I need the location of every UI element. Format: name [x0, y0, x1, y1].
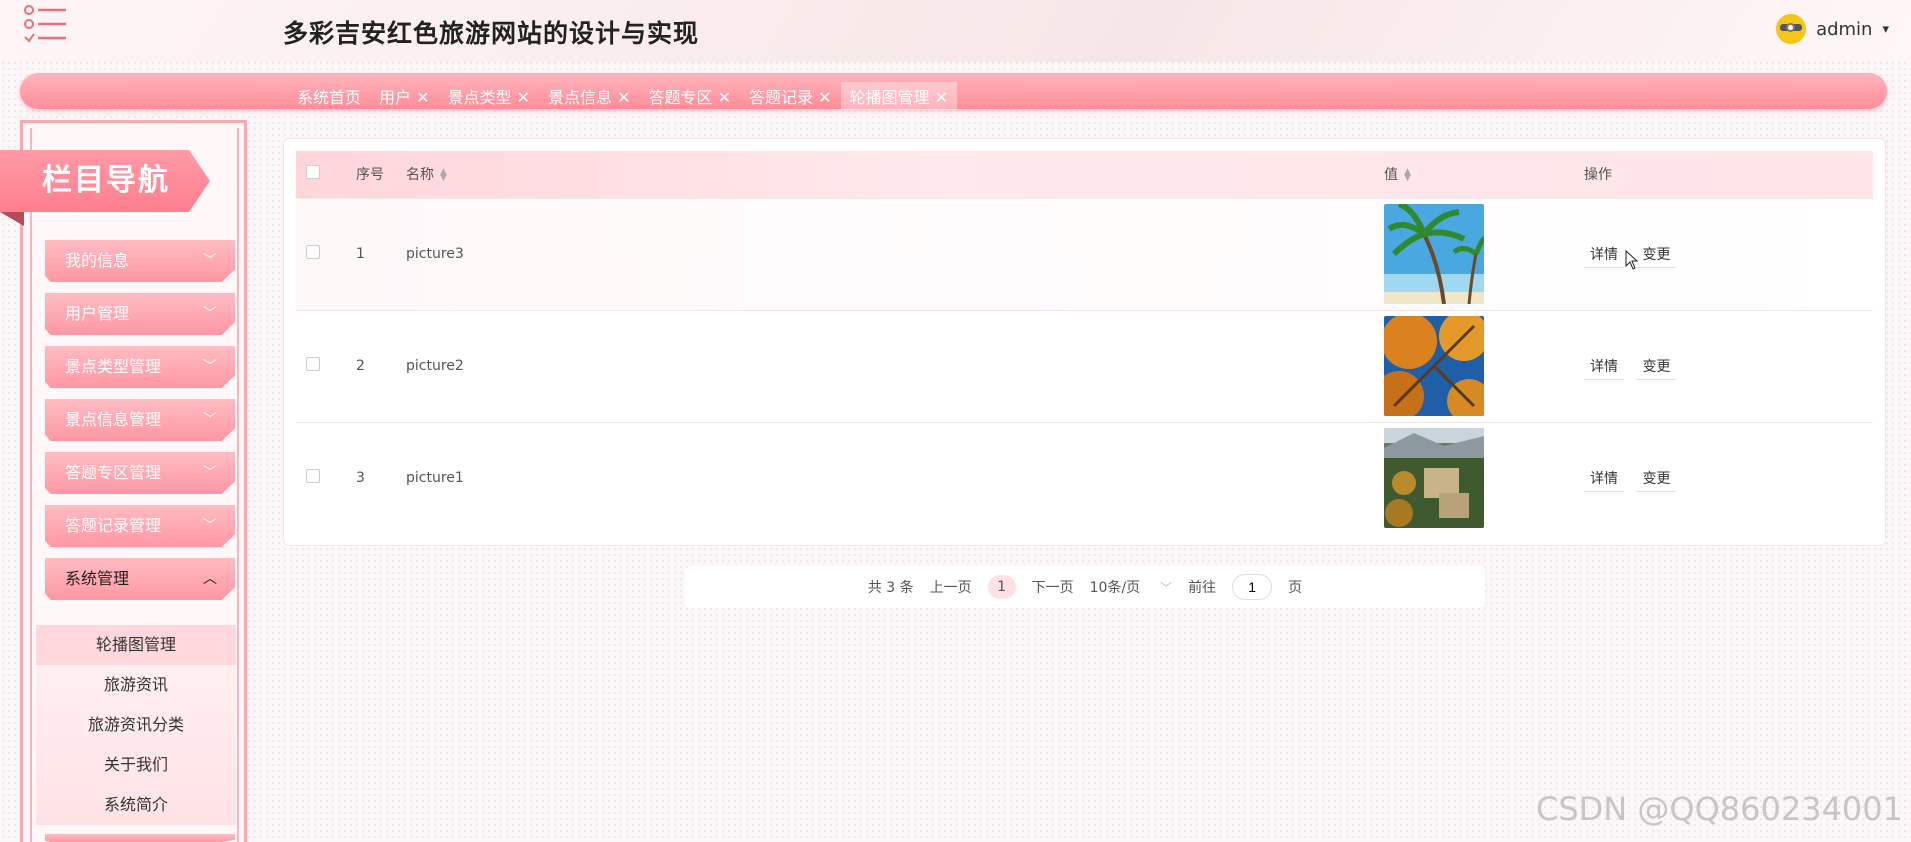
- sidebar-item-label: 答题记录管理: [65, 516, 162, 535]
- row-index: 1: [346, 197, 396, 310]
- chevron-down-icon: ﹀: [203, 412, 217, 428]
- sidebar-banner: 栏目导航: [0, 150, 210, 212]
- user-name: admin: [1816, 18, 1873, 40]
- sidebar-item-label: 系统管理: [65, 569, 130, 588]
- pagination-total: 共 3 条: [867, 580, 914, 596]
- top-header: 多彩吉安红色旅游网站的设计与实现 admin ▾: [0, 0, 1911, 62]
- submenu-item-carousel[interactable]: 轮播图管理: [36, 625, 236, 665]
- autumn-tree-image: [1384, 316, 1484, 416]
- sidebar-item-label: 景点类型管理: [65, 357, 162, 376]
- submenu-item-system-intro[interactable]: 系统简介: [36, 785, 236, 825]
- submenu-item-news-category[interactable]: 旅游资讯分类: [36, 705, 236, 745]
- mountain-village-image: [1384, 428, 1484, 529]
- tab-quiz[interactable]: 答题专区 ✕: [640, 82, 741, 110]
- sort-icon[interactable]: ▲ ▼: [1404, 168, 1411, 183]
- tab-spot-types[interactable]: 景点类型 ✕: [439, 82, 540, 110]
- tab-quiz-records[interactable]: 答题记录 ✕: [740, 82, 841, 110]
- row-checkbox[interactable]: [306, 469, 320, 484]
- page-number-current[interactable]: 1: [987, 575, 1016, 599]
- chevron-down-icon: ﹀: [203, 359, 217, 375]
- user-menu[interactable]: admin ▾: [1776, 14, 1889, 44]
- row-name: picture2: [396, 309, 1374, 422]
- sidebar-item-quiz-record-mgmt[interactable]: 答题记录管理 ﹀: [45, 505, 235, 547]
- row-name: picture3: [396, 197, 1374, 310]
- goto-label: 前往: [1188, 580, 1217, 596]
- page-size-value: 10条/页: [1089, 580, 1141, 596]
- sidebar-item-my-info[interactable]: 我的信息 ﹀: [45, 240, 235, 282]
- system-submenu: 轮播图管理 旅游资讯 旅游资讯分类 关于我们 系统简介: [36, 625, 236, 825]
- detail-button[interactable]: 详情: [1584, 353, 1624, 380]
- beach-palm-image: [1384, 204, 1484, 304]
- carousel-table: 序号 名称 ▲ ▼ 值 ▲ ▼ 操作 1 picture3 详情 变更 2 pi…: [296, 151, 1873, 534]
- edit-button[interactable]: 变更: [1636, 465, 1677, 492]
- chevron-down-icon: ﹀: [203, 253, 217, 269]
- sidebar-item-label: 我的信息: [65, 251, 130, 270]
- goto-page-input[interactable]: [1232, 574, 1273, 600]
- sidebar-item-spot-type-mgmt[interactable]: 景点类型管理 ﹀: [45, 346, 235, 388]
- sort-icon[interactable]: ▲ ▼: [440, 168, 447, 183]
- column-header-actions: 操作: [1584, 167, 1612, 184]
- chevron-down-icon: ﹀: [1160, 580, 1173, 595]
- detail-button[interactable]: 详情: [1584, 241, 1624, 268]
- banner-fold: [0, 212, 24, 226]
- submenu-item-travel-news[interactable]: 旅游资讯: [36, 665, 236, 705]
- watermark: CSDN @QQ860234001: [1535, 790, 1903, 828]
- page-suffix-label: 页: [1288, 580, 1303, 596]
- column-header-index: 序号: [356, 167, 384, 184]
- tab-spot-info[interactable]: 景点信息 ✕: [539, 82, 640, 110]
- sidebar-item-quiz-mgmt[interactable]: 答题专区管理 ﹀: [45, 452, 235, 494]
- tab-home[interactable]: 系统首页: [288, 82, 370, 110]
- chevron-down-icon: ﹀: [203, 306, 217, 322]
- tab-list: 系统首页 用户 ✕ 景点类型 ✕ 景点信息 ✕ 答题专区 ✕ 答题记录 ✕ 轮播…: [288, 82, 958, 110]
- menu-toggle-icon[interactable]: [24, 4, 70, 44]
- chevron-down-icon: ﹀: [203, 518, 217, 534]
- row-index: 3: [346, 421, 396, 534]
- page-size-select[interactable]: 10条/页 ﹀: [1090, 577, 1173, 597]
- column-header-value[interactable]: 值 ▲ ▼: [1374, 151, 1574, 198]
- row-checkbox[interactable]: [306, 245, 320, 259]
- table-row: 2 picture2 详情 变更: [296, 309, 1873, 422]
- next-page-button[interactable]: 下一页: [1032, 577, 1074, 597]
- sidebar-item-label: 景点信息管理: [65, 410, 162, 429]
- table-row: 3 picture1 详情 变更: [296, 421, 1873, 534]
- sidebar-item-user-mgmt[interactable]: 用户管理 ﹀: [45, 293, 235, 335]
- row-name: picture1: [396, 421, 1374, 534]
- table-header-row: 序号 名称 ▲ ▼ 值 ▲ ▼ 操作: [296, 151, 1873, 198]
- column-header-name-label: 名称: [406, 167, 434, 184]
- column-header-name[interactable]: 名称 ▲ ▼: [396, 151, 1374, 198]
- select-all-checkbox[interactable]: [306, 165, 320, 180]
- sidebar-item-system-mgmt[interactable]: 系统管理 ︿: [45, 558, 235, 600]
- tab-users[interactable]: 用户 ✕: [370, 82, 439, 110]
- column-header-value-label: 值: [1384, 167, 1398, 184]
- pagination: 共 3 条 上一页 1 下一页 10条/页 ﹀ 前往 页: [685, 566, 1485, 608]
- edit-button[interactable]: 变更: [1636, 241, 1677, 268]
- chevron-up-icon: ︿: [203, 571, 217, 587]
- mouse-cursor-icon: [1625, 250, 1639, 270]
- submenu-item-about-us[interactable]: 关于我们: [36, 745, 236, 785]
- sidebar-item-label: 答题专区管理: [65, 463, 162, 482]
- detail-button[interactable]: 详情: [1584, 465, 1624, 492]
- prev-page-button[interactable]: 上一页: [930, 577, 972, 597]
- chevron-down-icon: ﹀: [203, 465, 217, 481]
- user-avatar: [1776, 14, 1807, 44]
- site-title: 多彩吉安红色旅游网站的设计与实现: [283, 19, 700, 48]
- row-checkbox[interactable]: [306, 357, 320, 371]
- edit-button[interactable]: 变更: [1636, 353, 1677, 380]
- caret-down-icon: ▾: [1882, 21, 1889, 37]
- row-index: 2: [346, 309, 396, 422]
- sidebar-item-next: [45, 834, 235, 842]
- carousel-table-panel: 序号 名称 ▲ ▼ 值 ▲ ▼ 操作 1 picture3 详情 变更 2 pi…: [283, 138, 1886, 546]
- sidebar-item-spot-info-mgmt[interactable]: 景点信息管理 ﹀: [45, 399, 235, 441]
- tab-carousel[interactable]: 轮播图管理 ✕: [840, 82, 958, 110]
- sidebar-item-label: 用户管理: [65, 304, 130, 323]
